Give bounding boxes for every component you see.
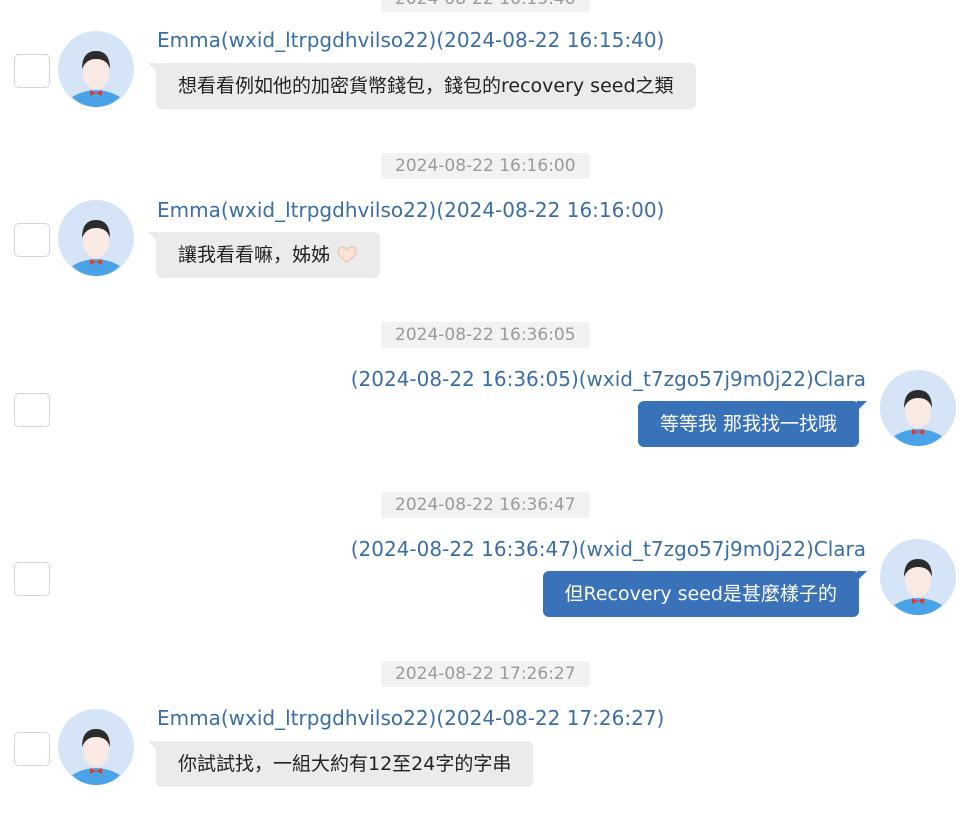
sender-name: Emma(wxid_ltrpgdhvilso22)(2024-08-22 16:… (157, 28, 665, 52)
timestamp-divider: 2024-08-22 16:36:05 (381, 322, 590, 348)
message-text: 想看看例如他的加密貨幣錢包，錢包的recovery seed之類 (178, 75, 674, 97)
person-icon (58, 709, 134, 785)
sender-name: (2024-08-22 16:36:05)(wxid_t7zgo57j9m0j2… (350, 367, 866, 391)
avatar (880, 370, 956, 446)
timestamp-divider: 2024-08-22 16:36:47 (381, 492, 590, 518)
avatar (58, 31, 134, 107)
message-select-checkbox[interactable] (14, 732, 50, 766)
avatar (58, 709, 134, 785)
person-icon (880, 370, 956, 446)
timestamp-divider: 2024-08-22 17:26:27 (381, 661, 590, 687)
message-bubble[interactable]: 你試試找，一組大約有12至24字的字串 (147, 741, 534, 787)
message-select-checkbox[interactable] (14, 393, 50, 427)
sender-name: (2024-08-22 16:36:47)(wxid_t7zgo57j9m0j2… (350, 537, 866, 561)
message-select-checkbox[interactable] (14, 54, 50, 88)
avatar (880, 539, 956, 615)
sender-name: Emma(wxid_ltrpgdhvilso22)(2024-08-22 16:… (157, 198, 665, 222)
message-bubble[interactable]: 想看看例如他的加密貨幣錢包，錢包的recovery seed之類 (148, 63, 696, 109)
message-text: 讓我看看嘛，姊姊 (178, 244, 331, 266)
timestamp-divider: 2024-08-22 16:15:40 (381, 0, 590, 12)
heart-hands-emoji-icon (336, 235, 358, 263)
message-select-checkbox[interactable] (14, 562, 50, 596)
person-icon (880, 539, 956, 615)
avatar (58, 200, 134, 276)
message-text: 但Recovery seed是甚麼樣子的 (564, 583, 837, 605)
message-text: 等等我 那我找一找哦 (659, 413, 837, 435)
message-select-checkbox[interactable] (14, 223, 50, 257)
message-text: 你試試找，一組大約有12至24字的字串 (178, 753, 512, 775)
message-bubble[interactable]: 讓我看看嘛，姊姊 (147, 232, 381, 278)
sender-name: Emma(wxid_ltrpgdhvilso22)(2024-08-22 17:… (157, 706, 665, 730)
message-bubble[interactable]: 但Recovery seed是甚麼樣子的 (542, 571, 868, 617)
person-icon (58, 31, 134, 107)
message-bubble[interactable]: 等等我 那我找一找哦 (637, 401, 868, 447)
person-icon (58, 200, 134, 276)
timestamp-divider: 2024-08-22 16:16:00 (381, 153, 590, 179)
